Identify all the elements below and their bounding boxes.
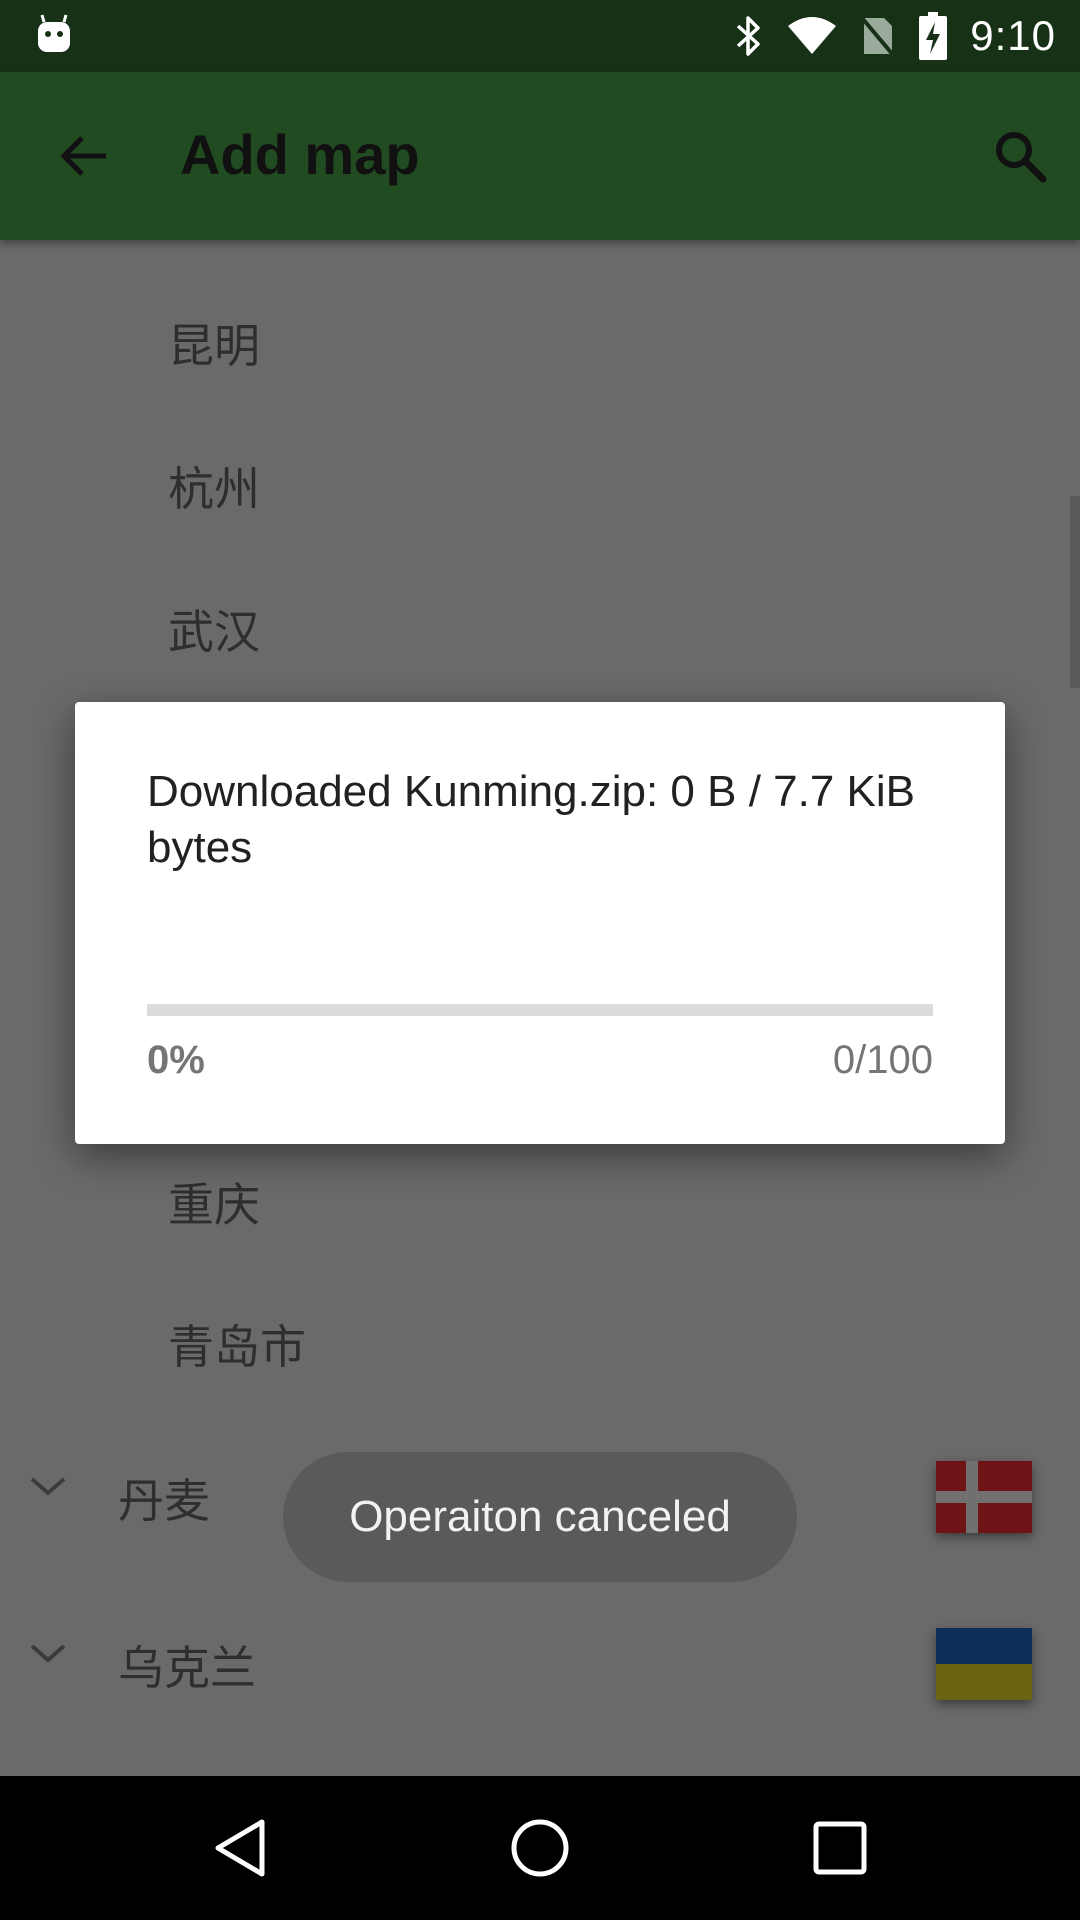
bluetooth-icon — [737, 16, 760, 56]
recents-square-icon — [813, 1821, 867, 1875]
search-icon — [996, 132, 1047, 183]
dialog-message: Downloaded Kunming.zip: 0 B / 7.7 KiB by… — [147, 767, 916, 872]
progress-fraction: 0/100 — [832, 1038, 933, 1082]
list-item-city[interactable]: 昆明 — [168, 310, 260, 376]
list-item-city[interactable]: 武汉 — [168, 596, 260, 662]
search-button[interactable] — [984, 120, 1056, 192]
country-label: 丹麦 — [118, 1475, 210, 1527]
navigation-bar — [0, 1776, 1080, 1920]
wifi-icon — [788, 17, 837, 54]
chevron-down-icon — [30, 1477, 66, 1496]
list-item-city[interactable]: 青岛市 — [168, 1311, 306, 1377]
no-sim-icon — [860, 16, 896, 58]
denmark-flag-icon — [936, 1461, 1032, 1533]
progress-percent: 0% — [147, 1038, 205, 1082]
ukraine-flag-icon — [936, 1628, 1032, 1700]
app-bar: Add map — [0, 72, 1080, 240]
android-icon — [38, 14, 70, 52]
back-triangle-icon — [215, 1819, 265, 1877]
country-label: 乌克兰 — [118, 1642, 256, 1694]
arrow-back-icon — [60, 136, 106, 176]
list-item-city[interactable]: 重庆 — [168, 1169, 260, 1235]
nav-recents-button[interactable] — [804, 1812, 876, 1884]
toast-message: Operaiton canceled — [283, 1452, 797, 1582]
status-bar: 9:10 — [0, 0, 1080, 72]
battery-charging-icon — [919, 12, 948, 60]
list-item-city[interactable]: 杭州 — [168, 453, 260, 519]
list-item-country[interactable]: 乌克兰 — [0, 1592, 1080, 1732]
page-title: Add map — [180, 123, 420, 186]
scrollbar[interactable] — [1070, 496, 1080, 688]
home-circle-icon — [511, 1819, 569, 1877]
back-button[interactable] — [48, 120, 120, 192]
nav-back-button[interactable] — [204, 1812, 276, 1884]
nav-home-button[interactable] — [504, 1812, 576, 1884]
download-progress-dialog: Downloaded Kunming.zip: 0 B / 7.7 KiB by… — [75, 702, 1005, 1144]
progress-bar — [147, 1004, 933, 1016]
status-clock: 9:10 — [970, 12, 1056, 59]
chevron-down-icon — [30, 1644, 66, 1663]
